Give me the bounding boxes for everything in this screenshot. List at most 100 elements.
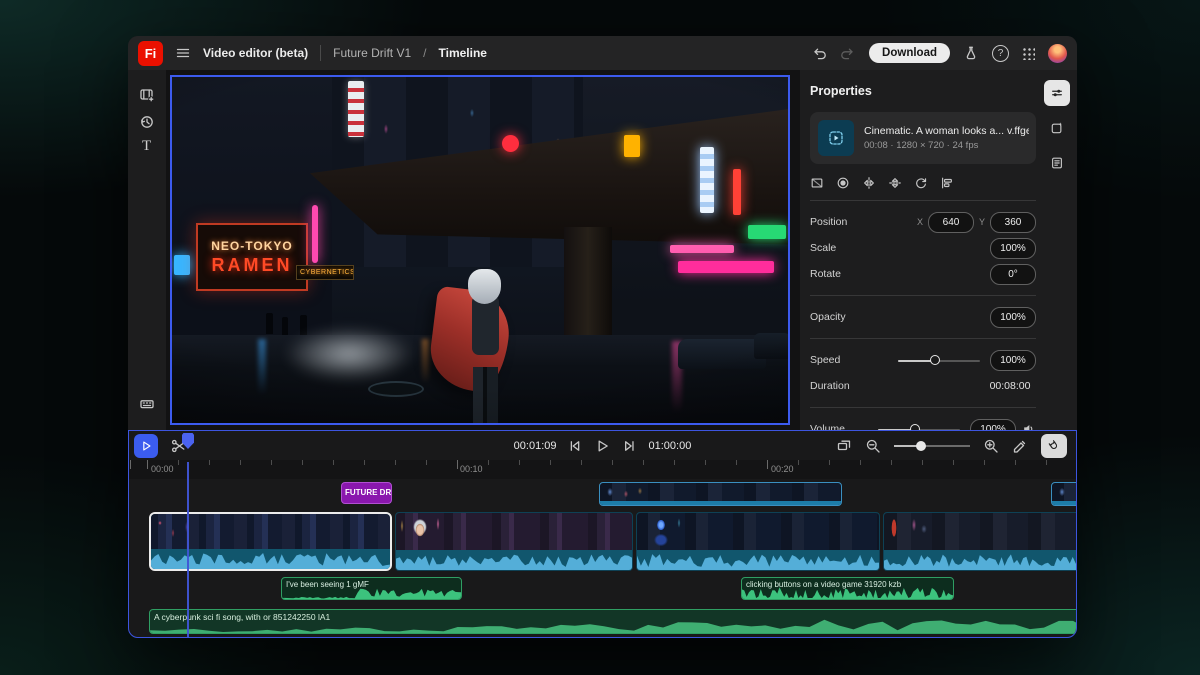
opacity-row: Opacity 100%: [810, 304, 1036, 330]
history-button[interactable]: [139, 114, 155, 130]
position-label: Position: [810, 216, 912, 228]
music-clip[interactable]: A cyberpunk sci fi song, with or 8512422…: [149, 609, 1077, 634]
speed-row: Speed 100%: [810, 347, 1036, 373]
beta-flask-icon[interactable]: [963, 45, 979, 61]
sfx-clip-2[interactable]: clicking buttons on a video game 31920 k…: [741, 577, 954, 600]
speed-label: Speed: [810, 354, 898, 366]
undo-icon[interactable]: [811, 45, 827, 61]
fit-frame-icon[interactable]: [810, 176, 824, 190]
clip-thumbnail: [818, 120, 854, 156]
opacity-input[interactable]: 100%: [990, 307, 1036, 328]
rotate-input[interactable]: 0°: [990, 264, 1036, 285]
position-y-input[interactable]: 360: [990, 212, 1036, 233]
left-toolbar: T: [128, 70, 166, 430]
rotate-icon[interactable]: [914, 176, 928, 190]
timeline-zoom-slider[interactable]: [894, 440, 970, 452]
apps-grid-icon[interactable]: [1022, 47, 1035, 60]
breadcrumb-project[interactable]: Future Drift V1: [333, 46, 411, 60]
clip-meta: 00:08 · 1280 × 720 · 24 fps: [864, 140, 1029, 151]
sliders-icon: [1050, 86, 1064, 100]
overlay-video-clip[interactable]: [599, 482, 842, 506]
download-button[interactable]: Download: [869, 43, 950, 63]
select-tool-button[interactable]: [134, 434, 158, 458]
flip-vertical-icon[interactable]: [888, 176, 902, 190]
duration-label: Duration: [810, 380, 984, 392]
redo-icon[interactable]: [840, 45, 856, 61]
timeline-panel: 00:01:09 01:00:00 00:00 00:10 00:20 00:3…: [128, 430, 1077, 638]
history-clock-icon: [139, 114, 155, 130]
video-clip-1-selected[interactable]: [149, 512, 392, 571]
video-clip-4[interactable]: [883, 512, 1077, 571]
previous-frame-icon[interactable]: [568, 438, 584, 454]
split-at-playhead-icon[interactable]: [1012, 438, 1028, 454]
clip-filmstrip: [396, 513, 632, 550]
add-media-button[interactable]: [139, 87, 155, 103]
top-bar: Fi Video editor (beta) Future Drift V1 /…: [128, 36, 1077, 70]
text-clip[interactable]: FUTURE DRI: [341, 482, 392, 504]
help-icon[interactable]: ?: [992, 45, 1009, 62]
avatar[interactable]: [1048, 44, 1067, 63]
app-title: Video editor (beta): [203, 46, 308, 60]
clip-audio-waveform: [396, 550, 632, 570]
position-x-input[interactable]: 640: [928, 212, 974, 233]
clip-filmstrip: [637, 513, 879, 550]
properties-panel-button[interactable]: [1044, 80, 1070, 106]
speed-slider-knob[interactable]: [930, 355, 940, 365]
select-tool-icon: [139, 439, 153, 453]
align-icon[interactable]: [940, 176, 954, 190]
clip-audio-waveform: [884, 550, 1077, 570]
firefly-video-editor: Fi Video editor (beta) Future Drift V1 /…: [0, 0, 1200, 675]
notes-panel-button[interactable]: [1044, 150, 1070, 176]
sfx-clip-1[interactable]: I've been seeing 1 gMF: [281, 577, 462, 600]
video-clip-icon: [828, 130, 844, 146]
snap-toggle-button[interactable]: [1041, 434, 1067, 458]
current-timecode: 00:01:09: [514, 440, 557, 452]
transport-controls: 00:01:09 01:00:00: [514, 434, 692, 458]
add-media-icon: [139, 87, 155, 103]
speed-slider[interactable]: [898, 354, 980, 366]
right-toolbar: [1042, 80, 1072, 176]
keyboard-icon: [139, 396, 155, 412]
flip-horizontal-icon[interactable]: [862, 176, 876, 190]
magnet-icon: [1044, 436, 1063, 455]
timeline-view-controls: [836, 434, 1067, 458]
timeline-zoom-knob[interactable]: [916, 441, 926, 451]
speed-input[interactable]: 100%: [990, 350, 1036, 371]
opacity-label: Opacity: [810, 311, 990, 323]
video-canvas[interactable]: NEO-TOKYO RAMEN CYBERNETICS: [170, 75, 790, 425]
mask-icon[interactable]: [836, 176, 850, 190]
clip-name: Cinematic. A woman looks a... v.ffgenvid: [864, 125, 1029, 137]
text-tool[interactable]: T: [142, 138, 151, 155]
video-clip-2[interactable]: [395, 512, 633, 571]
hamburger-menu-icon[interactable]: [175, 45, 191, 61]
position-row: Position X 640 Y 360: [810, 209, 1036, 235]
topbar-divider: [320, 45, 321, 61]
scale-label: Scale: [810, 242, 990, 254]
zoom-out-icon[interactable]: [865, 438, 881, 454]
ruler-label: 00:10: [460, 464, 483, 474]
overlay-video-clip-2[interactable]: [1051, 482, 1077, 506]
keyboard-shortcuts-button[interactable]: [139, 396, 155, 412]
clip-filmstrip: [884, 513, 1077, 550]
ruler-label: 00:20: [771, 464, 794, 474]
properties-panel: Properties Cinematic. A woman looks a...…: [800, 70, 1040, 430]
clip-info-card[interactable]: Cinematic. A woman looks a... v.ffgenvid…: [810, 112, 1036, 164]
clip-audio-waveform: [637, 550, 879, 570]
playhead-line: [187, 462, 189, 638]
scale-row: Scale 100%: [810, 235, 1036, 261]
video-clip-3[interactable]: [636, 512, 880, 571]
zoom-in-icon[interactable]: [983, 438, 999, 454]
rotate-label: Rotate: [810, 268, 990, 280]
firefly-logo[interactable]: Fi: [138, 41, 163, 66]
play-icon[interactable]: [595, 438, 611, 454]
generate-panel-button[interactable]: [1044, 115, 1070, 141]
timeline-ruler[interactable]: 00:00 00:10 00:20 00:30: [129, 460, 1076, 479]
next-frame-icon[interactable]: [622, 438, 638, 454]
notes-icon: [1050, 156, 1064, 170]
y-label: Y: [979, 217, 985, 227]
auto-arrange-icon[interactable]: [836, 438, 852, 454]
breadcrumb-separator: /: [423, 46, 426, 60]
duration-value: 00:08:00: [984, 380, 1036, 392]
timeline-tools: [134, 434, 190, 458]
scale-input[interactable]: 100%: [990, 238, 1036, 259]
